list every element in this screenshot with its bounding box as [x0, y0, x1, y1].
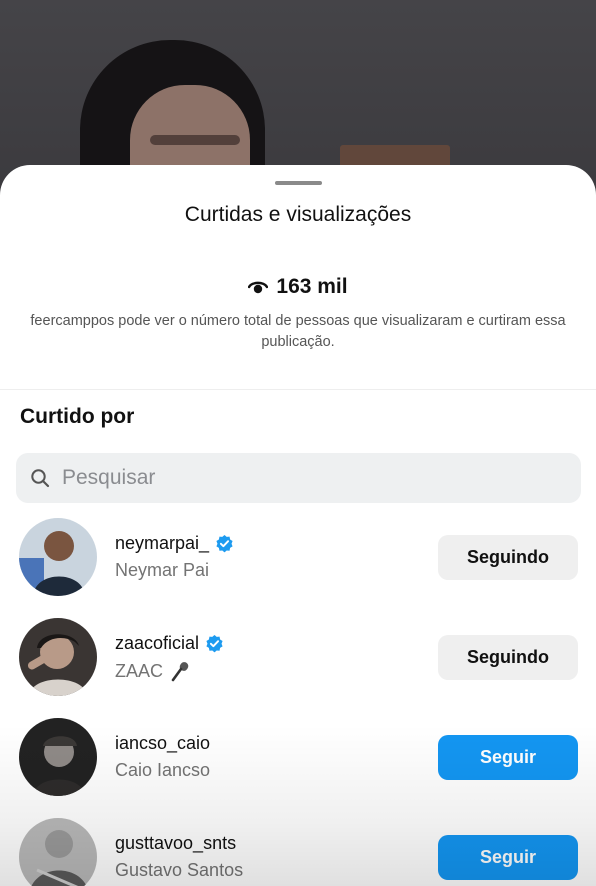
full-name-text: Gustavo Santos — [115, 860, 244, 880]
username[interactable]: neymarpai_ — [115, 533, 234, 554]
search-bar[interactable] — [16, 453, 581, 503]
sheet-drag-handle[interactable] — [275, 181, 322, 185]
follow-button[interactable]: Seguir — [438, 735, 578, 780]
verified-badge-icon — [216, 534, 233, 553]
avatar-image — [19, 818, 97, 886]
avatar-image — [19, 618, 97, 696]
views-description: feercamppos pode ver o número total de p… — [30, 313, 566, 350]
search-input[interactable] — [62, 466, 542, 490]
list-item[interactable]: iancso_caio Caio Iancso Seguir — [0, 715, 596, 815]
username-text: gusttavoo_snts — [115, 833, 237, 853]
microphone-icon — [171, 662, 189, 682]
avatar[interactable] — [19, 818, 97, 886]
likes-views-sheet: Curtidas e visualizações 163 mil feercam… — [0, 165, 596, 886]
full-name: Neymar Pai — [115, 560, 209, 581]
follow-button[interactable]: Seguir — [438, 835, 578, 880]
views-count-text: 163 mil — [276, 275, 348, 298]
username-text: iancso_caio — [115, 733, 211, 753]
list-item[interactable]: neymarpai_ Neymar Pai Seguindo — [0, 515, 596, 615]
following-button[interactable]: Seguindo — [438, 635, 578, 680]
views-count: 163 mil — [0, 275, 596, 299]
eye-icon — [248, 281, 269, 294]
avatar-image — [19, 518, 97, 596]
background-person-brow — [150, 135, 240, 145]
full-name-text: Neymar Pai — [115, 560, 210, 580]
full-name-text: Caio Iancso — [115, 760, 211, 780]
following-button[interactable]: Seguindo — [438, 535, 578, 580]
full-name-text: ZAAC — [115, 660, 164, 681]
list-item[interactable]: zaacoficial ZAAC Seguindo — [0, 615, 596, 715]
avatar[interactable] — [19, 718, 97, 796]
full-name: Gustavo Santos — [115, 860, 243, 881]
liked-by-list: neymarpai_ Neymar Pai Seguindo zaacofici… — [0, 515, 596, 886]
avatar[interactable] — [19, 518, 97, 596]
username[interactable]: zaacoficial — [115, 633, 224, 654]
avatar[interactable] — [19, 618, 97, 696]
section-divider — [0, 389, 596, 390]
list-item[interactable]: gusttavoo_snts Gustavo Santos Seguir — [0, 815, 596, 886]
sheet-title: Curtidas e visualizações — [184, 203, 412, 226]
username[interactable]: iancso_caio — [115, 733, 210, 754]
full-name: ZAAC — [115, 660, 191, 682]
liked-by-heading: Curtido por — [20, 405, 135, 428]
avatar-image — [19, 718, 97, 796]
username-text: zaacoficial — [115, 633, 200, 653]
verified-badge-icon — [206, 634, 223, 653]
full-name: Caio Iancso — [115, 760, 210, 781]
search-icon — [31, 469, 50, 488]
username[interactable]: gusttavoo_snts — [115, 833, 236, 854]
username-text: neymarpai_ — [115, 533, 210, 553]
